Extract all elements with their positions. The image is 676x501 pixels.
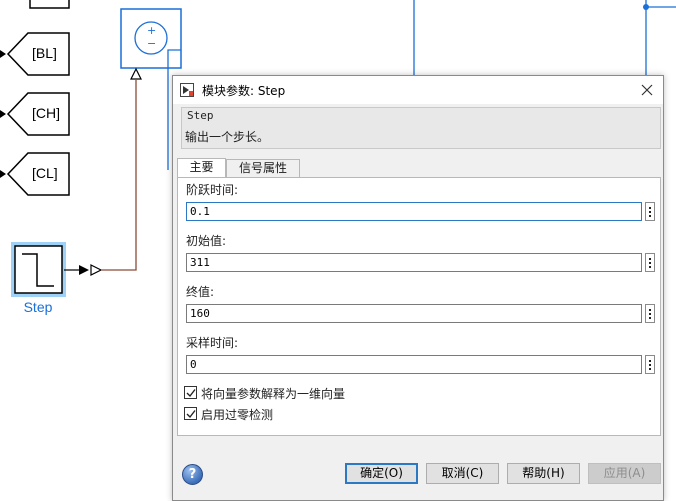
sample-time-more-button[interactable] [645, 355, 655, 374]
step-block-label[interactable]: Step [14, 299, 62, 315]
goto-tag-ch-label: [CH] [32, 105, 60, 121]
sample-time-input[interactable] [186, 355, 642, 374]
initial-value-label: 初始值: [186, 234, 227, 248]
goto-tag-bl-label: [BL] [32, 45, 57, 61]
block-description-text: 输出一个步长。 [185, 130, 270, 144]
ok-button[interactable]: 确定(O) [345, 463, 418, 484]
step-time-more-button[interactable] [645, 202, 655, 221]
block-description-group: Step 输出一个步长。 [181, 107, 661, 149]
step-output-port-icon [79, 265, 89, 275]
dialog-title: 模块参数: Step [202, 84, 286, 98]
final-value-label: 终值: [186, 285, 215, 299]
zero-crossing-checkbox[interactable] [184, 407, 197, 420]
cancel-button[interactable]: 取消(C) [426, 463, 499, 484]
help-button[interactable]: 帮助(H) [507, 463, 580, 484]
tab-signal-attributes[interactable]: 信号属性 [226, 159, 300, 178]
help-icon[interactable]: ? [182, 464, 203, 485]
sum-input-port-icon [130, 67, 142, 80]
apply-button[interactable]: 应用(A) [588, 463, 661, 484]
checkmark-icon [186, 389, 196, 398]
goto-ch-arrow-icon [0, 110, 6, 118]
tab-panel-main: 阶跃时间: 初始值: 终值: 采样时间: 将向量参数解释为一维向量 [177, 177, 661, 436]
sum-minus-sign: − [147, 37, 157, 50]
goto-tag-partial[interactable] [29, 0, 70, 9]
signal-arrow-open-icon [90, 264, 103, 276]
checkmark-icon [186, 410, 196, 419]
sum-plus-sign: + [147, 24, 157, 37]
interpret-vector-checkbox[interactable] [184, 386, 197, 399]
interpret-vector-label: 将向量参数解释为一维向量 [201, 387, 346, 401]
signal-line[interactable] [101, 80, 137, 271]
step-time-input[interactable] [186, 202, 642, 221]
final-value-input[interactable] [186, 304, 642, 323]
goto-cl-arrow-icon [0, 170, 6, 178]
tab-main[interactable]: 主要 [177, 158, 226, 178]
dialog-titlebar[interactable]: 模块参数: Step [173, 76, 663, 104]
goto-tag-cl-label: [CL] [32, 165, 58, 181]
initial-value-more-button[interactable] [645, 253, 655, 272]
branch-point-icon [643, 4, 649, 10]
initial-value-input[interactable] [186, 253, 642, 272]
block-type-name: Step [187, 109, 214, 122]
zero-crossing-label: 启用过零检测 [201, 408, 274, 422]
final-value-more-button[interactable] [645, 304, 655, 323]
step-time-label: 阶跃时间: [186, 183, 239, 197]
goto-bl-arrow-icon [0, 50, 6, 58]
sample-time-label: 采样时间: [186, 336, 239, 350]
simulink-block-icon [180, 83, 194, 97]
close-icon[interactable] [637, 80, 657, 100]
block-parameters-dialog: 模块参数: Step Step 输出一个步长。 主要 信号属性 阶跃时间: 初始… [172, 75, 664, 501]
